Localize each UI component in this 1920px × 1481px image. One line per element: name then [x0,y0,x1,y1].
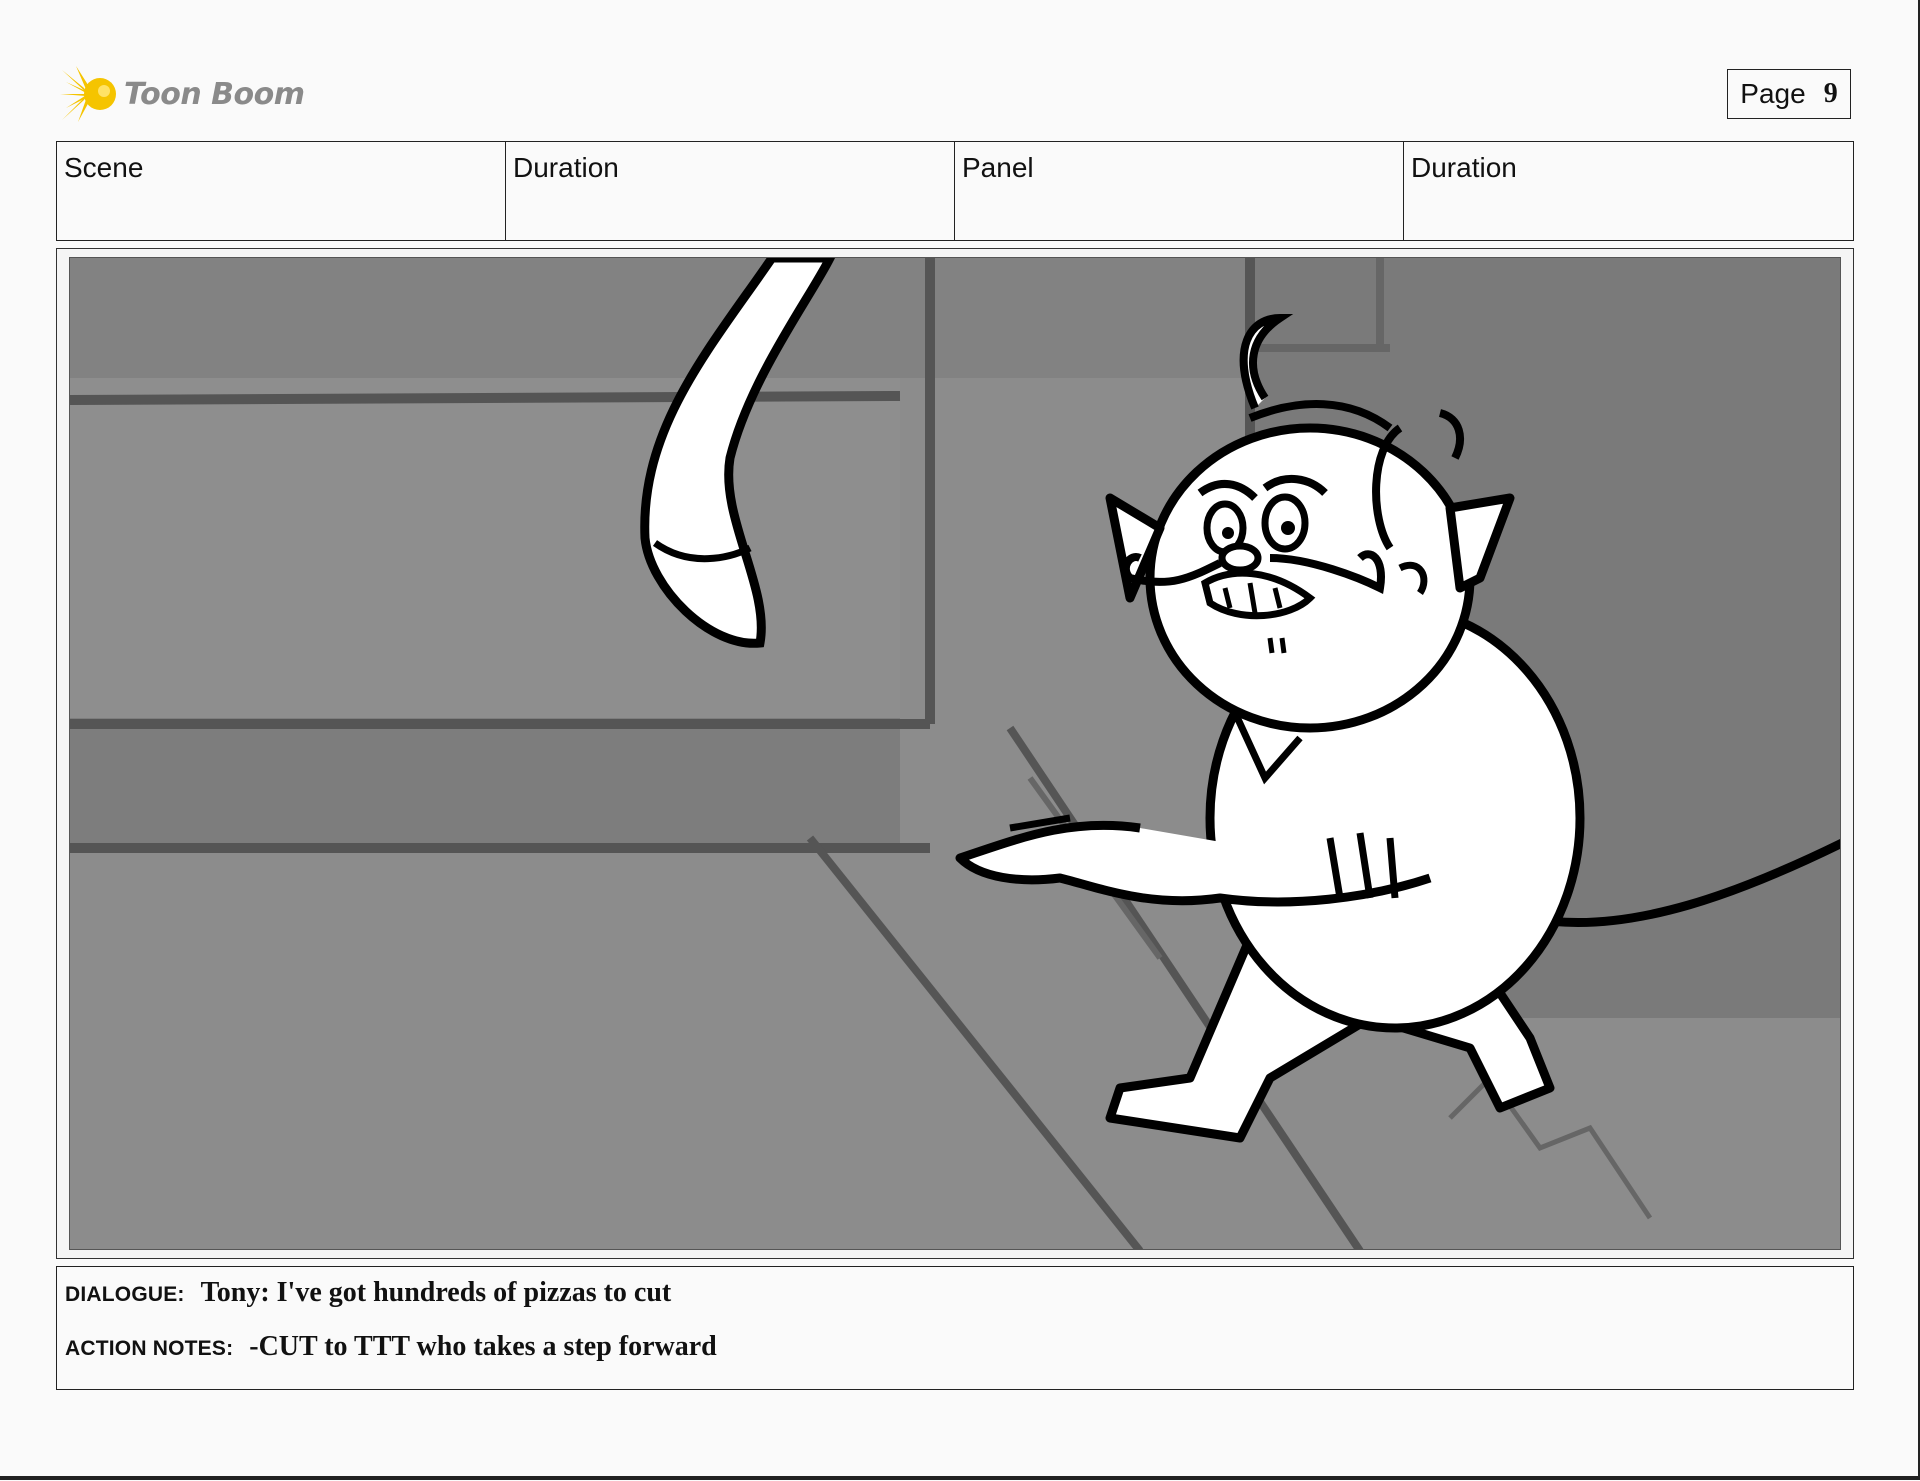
dialogue-row: DIALOGUE: Tony: I've got hundreds of piz… [65,1277,671,1309]
logo-text: Toon Boom [124,76,305,112]
storyboard-panel-image [69,257,1841,1250]
page-number: 9 [1823,78,1838,109]
info-table: Scene Duration Panel Duration [56,141,1854,241]
page-number-box: Page 9 [1727,69,1851,119]
action-notes-row: ACTION NOTES: -CUT to TTT who takes a st… [65,1331,717,1363]
scene-duration-cell: Duration [506,142,955,240]
nose [1218,542,1262,574]
storyboard-page: Toon Boom Page 9 Scene Duration Panel Du… [0,0,1920,1480]
scene-cell: Scene [57,142,506,240]
counter-front [70,718,900,848]
toon-boom-logo: Toon Boom [60,64,305,124]
panel-cell: Panel [955,142,1404,240]
action-notes-label: ACTION NOTES: [65,1337,234,1360]
panel-duration-cell: Duration [1411,152,1517,183]
action-notes-text: -CUT to TTT who takes a step forward [249,1331,717,1362]
counter-top [70,378,900,718]
page-label: Page [1740,78,1806,109]
panel-frame [56,248,1854,1259]
dialogue-text: Tony: I've got hundreds of pizzas to cut [200,1277,672,1308]
starburst-icon [60,66,116,122]
panel-notes: DIALOGUE: Tony: I've got hundreds of piz… [56,1266,1854,1390]
dialogue-label: DIALOGUE: [65,1283,185,1306]
